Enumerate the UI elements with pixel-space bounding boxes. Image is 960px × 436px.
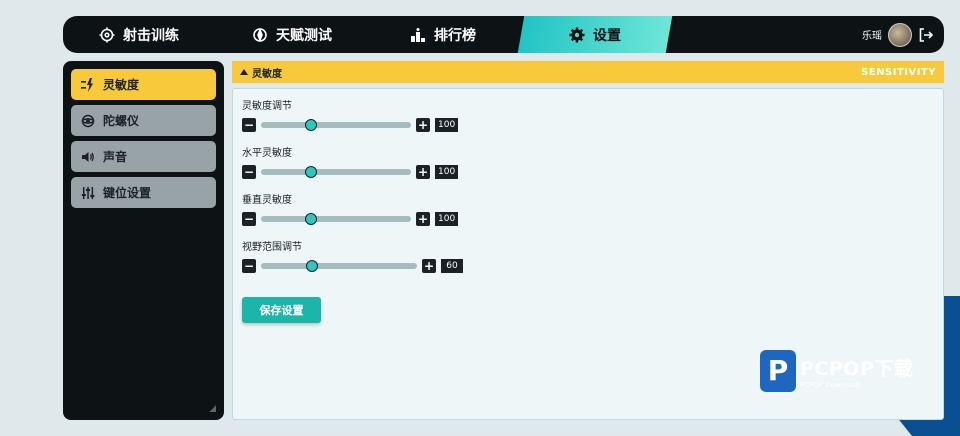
slider-thumb[interactable]: [306, 260, 319, 272]
increase-button[interactable]: +: [416, 118, 430, 132]
slider-track[interactable]: [261, 260, 417, 272]
gyroscope-icon: [81, 114, 95, 127]
nav-tab-label: 天赋测试: [276, 27, 332, 44]
slider-row: − + 100: [242, 212, 459, 226]
nav-tab-shooting[interactable]: 射击训练: [99, 16, 179, 53]
watermark-text: PCPOP下载 PCPOP Download: [800, 354, 913, 389]
save-settings-button[interactable]: 保存设置: [242, 297, 321, 323]
crosshair-icon: [99, 27, 115, 42]
slider-track[interactable]: [261, 119, 411, 131]
sliders-icon: [81, 186, 95, 199]
nav-tab-label: 排行榜: [434, 27, 476, 44]
sidebar-item-sensitivity[interactable]: 灵敏度: [71, 69, 216, 100]
setting-label: 垂直灵敏度: [242, 195, 292, 206]
slider-row: − + 100: [242, 165, 459, 179]
slider-value: 100: [435, 118, 459, 132]
sidebar-item-label: 键位设置: [103, 186, 152, 200]
user-area: 乐瑶: [862, 16, 934, 53]
slider-value: 100: [435, 212, 459, 226]
top-nav: 射击训练 天赋测试 排行榜 设置 乐瑶: [63, 16, 944, 53]
gear-icon: [569, 27, 585, 42]
sidebar: 灵敏度 陀螺仪 声音 键位设置: [63, 61, 224, 420]
section-header: 灵敏度 SENSITIVITY: [232, 61, 944, 83]
slider-thumb[interactable]: [304, 213, 317, 225]
triangle-icon: [240, 69, 248, 75]
slider-value: 100: [435, 165, 459, 179]
setting-sensitivity: 灵敏度调节 − + 100: [242, 97, 459, 132]
logout-button[interactable]: [918, 27, 934, 43]
nav-tab-talent[interactable]: 天赋测试: [252, 16, 332, 53]
increase-button[interactable]: +: [422, 259, 436, 273]
podium-icon: [411, 27, 425, 42]
watermark-subtitle: PCPOP Download: [800, 380, 861, 389]
sidebar-item-label: 灵敏度: [103, 78, 140, 92]
slider-thumb[interactable]: [304, 166, 317, 178]
sidebar-item-label: 声音: [103, 150, 128, 164]
setting-label: 视野范围调节: [242, 242, 302, 253]
watermark: P PCPOP下载 PCPOP Download: [760, 350, 913, 392]
setting-fov: 视野范围调节 − + 60: [242, 238, 463, 273]
username: 乐瑶: [862, 31, 882, 42]
compass-icon: [253, 27, 267, 42]
section-title-wrap: 灵敏度: [240, 65, 282, 80]
logout-icon: [919, 27, 934, 42]
sensitivity-icon: [81, 77, 93, 92]
speaker-icon: [82, 151, 94, 162]
nav-tab-settings[interactable]: 设置: [569, 16, 621, 53]
slider-value: 60: [441, 259, 463, 273]
nav-tab-label: 设置: [593, 27, 621, 44]
slider-thumb[interactable]: [304, 119, 317, 131]
sidebar-item-sound[interactable]: 声音: [71, 141, 216, 172]
slider-row: − + 60: [242, 259, 463, 273]
decrease-button[interactable]: −: [242, 212, 256, 226]
section-title: 灵敏度: [252, 68, 282, 80]
slider-track[interactable]: [261, 166, 411, 178]
resize-grip[interactable]: [209, 405, 216, 412]
decrease-button[interactable]: −: [242, 118, 256, 132]
watermark-logo: P: [760, 350, 796, 392]
slider-row: − + 100: [242, 118, 459, 132]
setting-label: 灵敏度调节: [242, 101, 292, 112]
watermark-title: PCPOP下载: [800, 357, 914, 380]
increase-button[interactable]: +: [416, 212, 430, 226]
avatar[interactable]: [888, 22, 912, 47]
sidebar-item-keybinds[interactable]: 键位设置: [71, 177, 216, 208]
nav-tab-leaderboard[interactable]: 排行榜: [410, 16, 476, 53]
slider-track[interactable]: [261, 213, 411, 225]
setting-vertical-sensitivity: 垂直灵敏度 − + 100: [242, 191, 459, 226]
setting-label: 水平灵敏度: [242, 148, 292, 159]
sidebar-item-gyroscope[interactable]: 陀螺仪: [71, 105, 216, 136]
sidebar-item-label: 陀螺仪: [103, 114, 140, 128]
setting-horizontal-sensitivity: 水平灵敏度 − + 100: [242, 144, 459, 179]
decrease-button[interactable]: −: [242, 259, 256, 273]
decrease-button[interactable]: −: [242, 165, 256, 179]
nav-tab-label: 射击训练: [123, 27, 179, 44]
section-title-en: SENSITIVITY: [861, 66, 936, 78]
increase-button[interactable]: +: [416, 165, 430, 179]
